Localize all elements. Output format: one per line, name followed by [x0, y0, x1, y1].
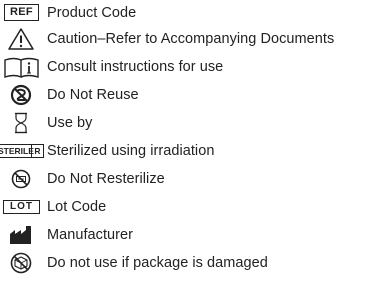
- sterile-r-box-icon: STERILE R: [0, 139, 44, 163]
- legend-label: Do Not Reuse: [47, 87, 139, 103]
- legend-row-sterilized-irradiation: STERILE R Sterilized using irradiation: [0, 139, 366, 163]
- symbol-legend: REF Product Code Caution–Refer to Accomp…: [0, 0, 366, 287]
- manufacturer-factory-icon: [0, 223, 44, 247]
- legend-label: Manufacturer: [47, 227, 134, 243]
- do-not-use-if-damaged-icon: [0, 251, 44, 275]
- hourglass-icon: [0, 111, 44, 135]
- do-not-resterilize-icon: [0, 167, 44, 191]
- consult-instructions-book-icon: [0, 55, 44, 79]
- ref-box-icon: REF: [0, 1, 44, 25]
- legend-label: Product Code: [47, 5, 137, 21]
- caution-triangle-icon: [0, 27, 44, 51]
- legend-label: Do not use if package is damaged: [47, 255, 268, 271]
- lot-box-text: LOT: [3, 200, 40, 214]
- legend-row-manufacturer: Manufacturer: [0, 223, 366, 247]
- legend-row-do-not-resterilize: Do Not Resterilize: [0, 167, 366, 191]
- do-not-reuse-icon: [0, 83, 44, 107]
- legend-row-consult-instructions: Consult instructions for use: [0, 55, 366, 79]
- legend-row-product-code: REF Product Code: [0, 1, 366, 25]
- legend-label: Do Not Resterilize: [47, 171, 165, 187]
- legend-row-do-not-use-if-damaged: Do not use if package is damaged: [0, 251, 366, 275]
- ref-box-text: REF: [4, 4, 39, 21]
- legend-label: Caution–Refer to Accompanying Documents: [47, 31, 335, 47]
- legend-row-use-by: Use by: [0, 111, 366, 135]
- legend-label: Sterilized using irradiation: [47, 143, 215, 159]
- legend-label: Consult instructions for use: [47, 59, 224, 75]
- legend-label: Use by: [47, 115, 93, 131]
- legend-label: Lot Code: [47, 199, 107, 215]
- lot-box-icon: LOT: [0, 195, 44, 219]
- legend-row-caution: Caution–Refer to Accompanying Documents: [0, 27, 366, 51]
- sterile-r-text: R: [31, 145, 43, 157]
- legend-row-lot-code: LOT Lot Code: [0, 195, 366, 219]
- legend-row-do-not-reuse: Do Not Reuse: [0, 83, 366, 107]
- sterile-text: STERILE: [0, 146, 34, 156]
